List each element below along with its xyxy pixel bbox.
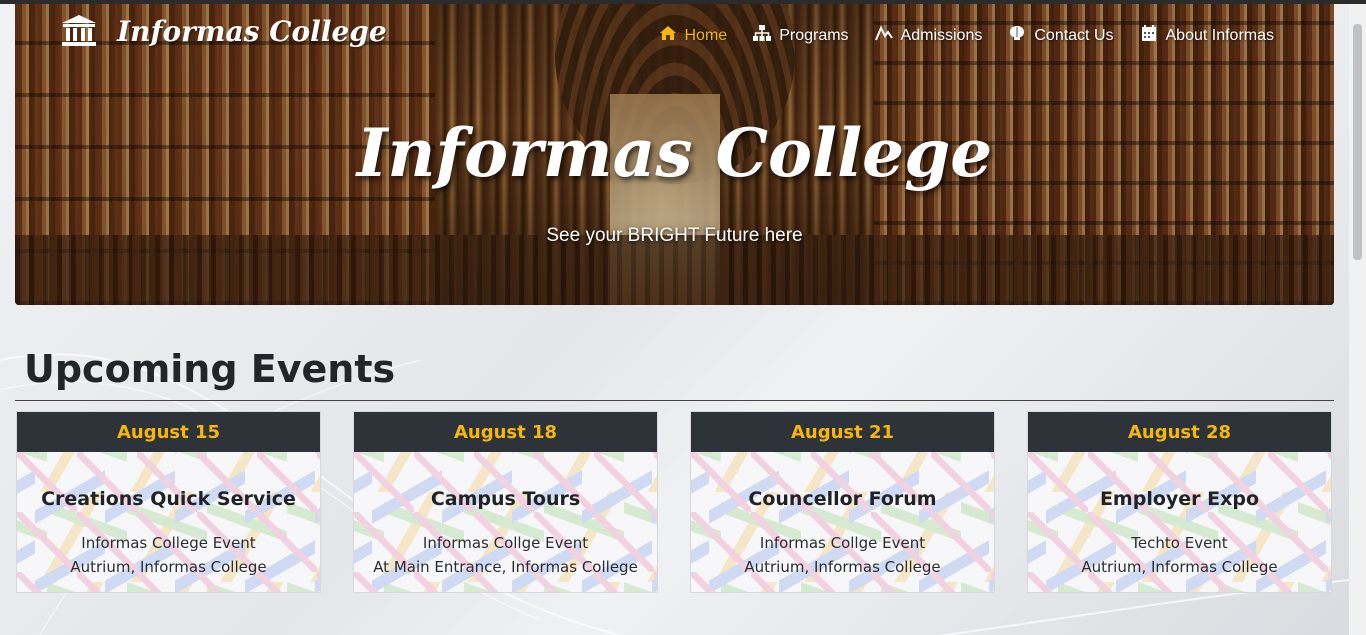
calendar-icon <box>1140 24 1158 47</box>
event-date: August 28 <box>1028 412 1331 452</box>
event-title: Councellor Forum <box>748 488 937 510</box>
event-card[interactable]: August 28 Employer Expo Techto Event Aut… <box>1027 411 1332 593</box>
hero-title: Informas College <box>356 114 993 192</box>
event-date: August 21 <box>691 412 994 452</box>
event-title: Creations Quick Service <box>41 488 296 510</box>
event-date: August 15 <box>17 412 320 452</box>
building-columns-icon <box>61 14 97 48</box>
event-title: Campus Tours <box>430 488 581 510</box>
nav-item-label: About Informas <box>1165 26 1275 44</box>
event-body: Employer Expo Techto Event Autrium, Info… <box>1028 452 1331 592</box>
nav-item-label: Admissions <box>900 26 983 44</box>
nav-item-label: Home <box>684 26 728 44</box>
events-divider <box>15 400 1334 401</box>
nav-item-about[interactable]: About Informas <box>1140 24 1275 47</box>
event-organizer: Techto Event <box>1131 534 1228 552</box>
hero-subtitle: See your BRIGHT Future here <box>546 225 803 246</box>
event-card[interactable]: August 15 Creations Quick Service Inform… <box>16 411 321 593</box>
event-organizer: Informas Collge Event <box>759 534 926 552</box>
nav-item-label: Contact Us <box>1034 26 1114 44</box>
event-body: Creations Quick Service Informas College… <box>17 452 320 592</box>
brain-icon <box>1008 24 1026 47</box>
event-body: Campus Tours Informas Collge Event At Ma… <box>354 452 657 592</box>
brand-name: Informas College <box>117 14 387 48</box>
event-card[interactable]: August 21 Councellor Forum Informas Coll… <box>690 411 995 593</box>
event-location: At Main Entrance, Informas College <box>373 558 638 576</box>
event-location: Autrium, Informas College <box>744 558 941 576</box>
brand-link[interactable]: Informas College <box>61 14 387 48</box>
event-card[interactable]: August 18 Campus Tours Informas Collge E… <box>353 411 658 593</box>
hero-banner: Informas College Home Programs Admission… <box>15 4 1334 305</box>
event-location: Autrium, Informas College <box>1081 558 1278 576</box>
main-nav: Home Programs Admissions Contact Us Abou… <box>659 24 1275 47</box>
scrollbar-thumb[interactable] <box>1353 24 1362 260</box>
event-body: Councellor Forum Informas Collge Event A… <box>691 452 994 592</box>
nav-item-contact-us[interactable]: Contact Us <box>1008 24 1114 47</box>
nav-item-home[interactable]: Home <box>659 24 728 47</box>
event-organizer: Informas College Event <box>81 534 256 552</box>
nav-item-admissions[interactable]: Admissions <box>874 24 983 47</box>
events-heading: Upcoming Events <box>24 347 396 391</box>
nav-item-programs[interactable]: Programs <box>753 24 849 47</box>
chart-line-icon <box>874 24 893 47</box>
event-date: August 18 <box>354 412 657 452</box>
sitemap-icon <box>753 24 772 47</box>
home-icon <box>659 24 677 47</box>
event-organizer: Informas Collge Event <box>422 534 589 552</box>
nav-item-label: Programs <box>779 26 849 44</box>
event-location: Autrium, Informas College <box>70 558 267 576</box>
page-scrollbar[interactable] <box>1349 4 1366 635</box>
events-list: August 15 Creations Quick Service Inform… <box>16 411 1334 593</box>
event-title: Employer Expo <box>1099 488 1260 510</box>
